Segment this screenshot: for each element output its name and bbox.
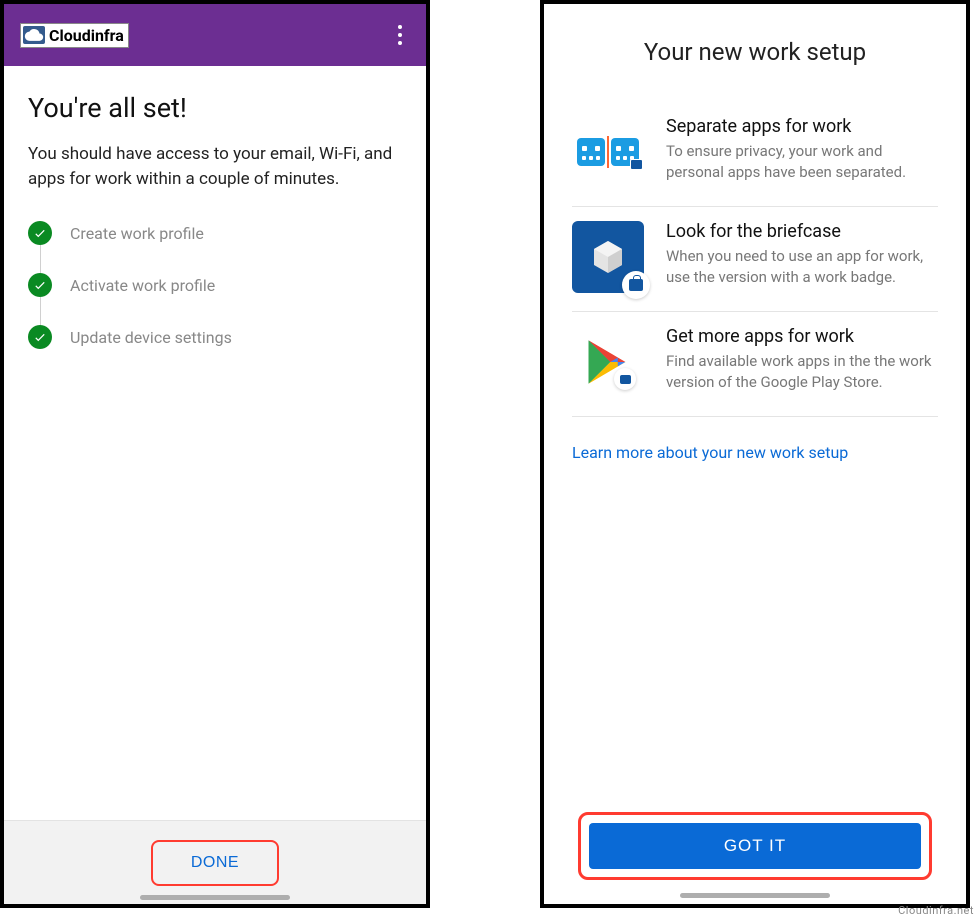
info-row-briefcase: Look for the briefcase When you need to … [572, 207, 938, 312]
info-body: To ensure privacy, your work and persona… [666, 141, 938, 183]
app-topbar: Cloudinfra [4, 4, 426, 66]
separate-apps-icon [572, 116, 644, 188]
briefcase-app-icon [572, 221, 644, 293]
info-body: Find available work apps in the the work… [666, 351, 938, 393]
left-content: You're all set! You should have access t… [4, 66, 426, 820]
phone-screen-right: Your new work setup Separate apps for wo… [540, 0, 970, 908]
done-button[interactable]: DONE [151, 840, 279, 886]
step-label: Activate work profile [70, 276, 215, 295]
learn-more-link[interactable]: Learn more about your new work setup [572, 443, 938, 462]
page-title: You're all set! [28, 92, 402, 124]
check-icon [28, 221, 52, 245]
steps-list: Create work profile Activate work profil… [28, 221, 402, 349]
step-item: Update device settings [28, 325, 402, 349]
page-title: Your new work setup [572, 38, 938, 66]
right-content: Your new work setup Separate apps for wo… [544, 4, 966, 904]
step-label: Create work profile [70, 224, 204, 243]
home-indicator[interactable] [680, 893, 830, 898]
work-badge-icon [614, 368, 636, 390]
info-body: When you need to use an app for work, us… [666, 246, 938, 288]
footer-bar: DONE [4, 820, 426, 904]
page-subtitle: You should have access to your email, Wi… [28, 142, 402, 191]
play-store-icon [572, 326, 644, 398]
cloud-icon [23, 26, 45, 44]
brand-text: Cloudinfra [49, 26, 124, 45]
work-badge-icon [622, 271, 650, 299]
step-item: Create work profile [28, 221, 402, 245]
gotit-highlight: GOT IT [578, 812, 932, 880]
overflow-menu-icon[interactable] [380, 15, 420, 55]
info-row-separate-apps: Separate apps for work To ensure privacy… [572, 102, 938, 207]
info-heading: Get more apps for work [666, 326, 938, 347]
watermark: Cloudinfra.net [898, 904, 974, 917]
info-heading: Look for the briefcase [666, 221, 938, 242]
step-item: Activate work profile [28, 273, 402, 297]
check-icon [28, 325, 52, 349]
phone-screen-left: Cloudinfra You're all set! You should ha… [0, 0, 430, 908]
got-it-button[interactable]: GOT IT [589, 823, 921, 869]
step-label: Update device settings [70, 328, 232, 347]
info-heading: Separate apps for work [666, 116, 938, 137]
brand-logo: Cloudinfra [20, 23, 129, 48]
home-indicator[interactable] [140, 895, 290, 900]
check-icon [28, 273, 52, 297]
info-row-play-store: Get more apps for work Find available wo… [572, 312, 938, 417]
